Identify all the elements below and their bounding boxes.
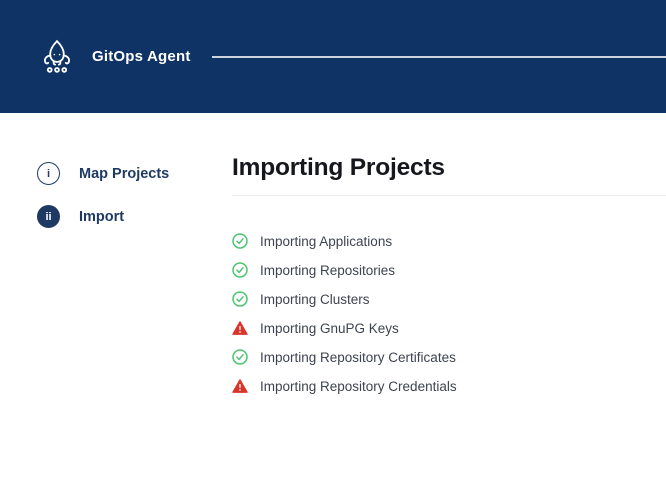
gitops-agent-page: GitOps Agent i Map Projects ii Import Im… [0, 0, 666, 483]
octopus-icon [37, 37, 77, 77]
task-label: Importing Applications [260, 234, 392, 249]
check-circle-icon [232, 233, 248, 249]
task-label: Importing Repository Certificates [260, 350, 456, 365]
check-circle-icon [232, 349, 248, 365]
check-circle-icon [232, 262, 248, 278]
warning-triangle-icon [232, 320, 248, 336]
stepper-item-map-projects[interactable]: i Map Projects [37, 162, 232, 185]
page-title: Importing Projects [232, 155, 666, 182]
header-divider-line [212, 56, 666, 58]
import-status-panel: Importing Projects Importing Application… [232, 113, 666, 401]
task-row: Importing Repository Credentials [232, 372, 666, 401]
task-label: Importing Repositories [260, 263, 395, 278]
check-circle-icon [232, 291, 248, 307]
task-list: Importing Applications Importing Reposit… [232, 227, 666, 401]
task-label: Importing Clusters [260, 292, 370, 307]
task-label: Importing GnuPG Keys [260, 321, 399, 336]
step-number-badge: i [37, 162, 60, 185]
step-label: Import [79, 209, 124, 225]
task-row: Importing Repositories [232, 256, 666, 285]
wizard-stepper: i Map Projects ii Import [0, 113, 232, 248]
wizard-body: i Map Projects ii Import Importing Proje… [0, 113, 666, 401]
title-divider-line [232, 195, 666, 196]
task-row: Importing Applications [232, 227, 666, 256]
task-row: Importing GnuPG Keys [232, 314, 666, 343]
stepper-item-import[interactable]: ii Import [37, 205, 232, 228]
task-row: Importing Repository Certificates [232, 343, 666, 372]
step-number-badge: ii [37, 205, 60, 228]
warning-triangle-icon [232, 378, 248, 394]
step-label: Map Projects [79, 166, 169, 182]
app-header: GitOps Agent [0, 0, 666, 113]
app-title: GitOps Agent [92, 48, 191, 65]
task-row: Importing Clusters [232, 285, 666, 314]
task-label: Importing Repository Credentials [260, 379, 457, 394]
